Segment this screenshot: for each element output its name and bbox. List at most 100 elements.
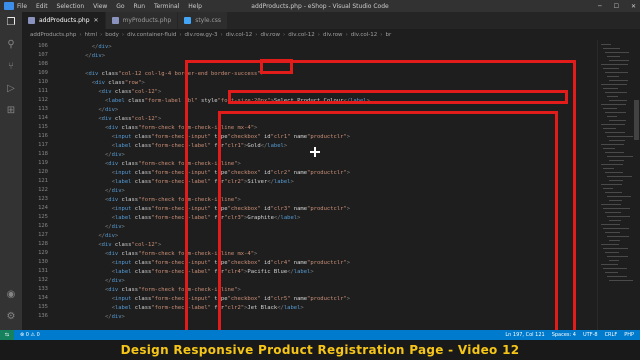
- minimap-line: [601, 104, 626, 105]
- menu-selection[interactable]: Selection: [57, 3, 85, 10]
- minimap-line: [605, 172, 623, 173]
- minimap-line: [609, 220, 621, 221]
- run-debug-icon[interactable]: ▷: [4, 82, 18, 96]
- tab-label: addProducts.php: [39, 17, 90, 24]
- code-line[interactable]: </div>: [52, 313, 125, 321]
- breadcrumb-item[interactable]: div.container-fluid: [127, 32, 176, 38]
- code-line[interactable]: <div class"col-12">: [52, 241, 161, 249]
- code-line[interactable]: </div>: [52, 187, 125, 195]
- settings-gear-icon[interactable]: ⚙: [4, 310, 18, 324]
- minimap-line: [603, 148, 615, 149]
- code-line[interactable]: </div>: [52, 151, 125, 159]
- mouse-cursor-icon: [310, 147, 320, 157]
- line-ending[interactable]: CRLF: [605, 332, 618, 338]
- minimize-icon[interactable]: ─: [598, 3, 602, 10]
- menu-edit[interactable]: Edit: [36, 3, 48, 10]
- code-line[interactable]: <label class"form-check-label" for"clr3"…: [52, 214, 301, 222]
- code-line[interactable]: </div>: [52, 43, 112, 51]
- search-icon[interactable]: ⚲: [4, 38, 18, 52]
- code-line[interactable]: <div class"form-check form-check-inline"…: [52, 160, 241, 168]
- code-line[interactable]: <input class"form-check-input" type"chec…: [52, 205, 350, 213]
- menu-run[interactable]: Run: [134, 3, 146, 10]
- breadcrumb-item[interactable]: br: [385, 32, 391, 38]
- breadcrumb-separator-icon: ›: [380, 31, 383, 38]
- minimap-line: [605, 272, 618, 273]
- tab-style[interactable]: style.css: [178, 12, 229, 29]
- close-tab-icon[interactable]: ✕: [94, 17, 99, 24]
- code-line[interactable]: <div class"col-12">: [52, 115, 161, 123]
- cursor-position[interactable]: Ln 197, Col 121: [505, 332, 544, 338]
- breadcrumb-item[interactable]: div.row: [323, 32, 343, 38]
- explorer-icon[interactable]: ❐: [4, 16, 18, 30]
- line-number: 112: [38, 97, 48, 103]
- breadcrumb-item[interactable]: div.col-12: [351, 32, 378, 38]
- code-line[interactable]: </div>: [52, 232, 118, 240]
- menu-view[interactable]: View: [93, 3, 107, 10]
- line-number: 115: [38, 124, 48, 130]
- maximize-icon[interactable]: ☐: [614, 3, 619, 10]
- menu-terminal[interactable]: Terminal: [154, 3, 179, 10]
- breadcrumb-item[interactable]: div.row: [260, 32, 280, 38]
- breadcrumb-separator-icon: ›: [255, 31, 258, 38]
- minimap-line: [605, 232, 620, 233]
- problems-status[interactable]: ⊗ 0 ⚠ 0: [20, 332, 40, 338]
- minimap-line: [607, 276, 627, 277]
- breadcrumb: addProducts.php › html › body › div.container-…: [22, 29, 640, 40]
- line-number: 135: [38, 304, 48, 310]
- code-line[interactable]: </div>: [52, 277, 125, 285]
- line-number: 126: [38, 223, 48, 229]
- minimap-line: [609, 140, 625, 141]
- code-line[interactable]: </div>: [52, 223, 125, 231]
- code-line[interactable]: <label class"form-label lbl" style"font-…: [52, 97, 370, 105]
- code-line[interactable]: <div class"form-check form-check-inline …: [52, 250, 257, 258]
- code-line[interactable]: <div class"form-check form-check-inline …: [52, 124, 257, 132]
- code-line[interactable]: <label class"form-check-label" for"clr2"…: [52, 304, 304, 312]
- code-line[interactable]: <input class"form-check-input" type"chec…: [52, 133, 350, 141]
- line-number: 106: [38, 43, 48, 49]
- close-icon[interactable]: ✕: [631, 3, 636, 10]
- account-icon[interactable]: ◉: [4, 288, 18, 302]
- menu-file[interactable]: File: [17, 3, 27, 10]
- code-line[interactable]: <div class"form-check form-check-inline"…: [52, 196, 241, 204]
- code-editor[interactable]: </div> </div> <div class"col-12 col-lg-4…: [52, 40, 597, 330]
- code-line[interactable]: <label class"form-check-label" for"clr1"…: [52, 142, 288, 150]
- language-mode[interactable]: PHP: [624, 332, 634, 338]
- remote-icon[interactable]: ⇆: [0, 330, 14, 340]
- line-number: 114: [38, 115, 48, 121]
- encoding[interactable]: UTF-8: [583, 332, 598, 338]
- breadcrumb-item[interactable]: div.row.gy-3: [185, 32, 218, 38]
- minimap-line: [609, 100, 627, 101]
- menu-help[interactable]: Help: [188, 3, 202, 10]
- code-line[interactable]: <label class"form-check-label" for"clr2"…: [52, 178, 294, 186]
- line-number: 122: [38, 187, 48, 193]
- code-line[interactable]: </div>: [52, 52, 105, 60]
- code-line[interactable]: <input class"form-check-input" type"chec…: [52, 259, 350, 267]
- code-line[interactable]: <div class"form-check form-check-inline"…: [52, 286, 241, 294]
- scrollbar-thumb[interactable]: [634, 100, 639, 140]
- code-line[interactable]: <div class"row">: [52, 79, 145, 87]
- code-line[interactable]: <div class"col-12">: [52, 88, 161, 96]
- code-line[interactable]: <input class"form-check-input" type"chec…: [52, 169, 350, 177]
- breadcrumb-item[interactable]: addProducts.php: [30, 32, 76, 38]
- tab-addproducts[interactable]: addProducts.php ✕: [22, 12, 106, 29]
- line-number-gutter: 106 107 108 109 110 111 112 113 114 115 116 117 118 1…: [22, 40, 52, 330]
- breadcrumb-item[interactable]: div.col-12: [226, 32, 253, 38]
- code-line[interactable]: <input class"form-check-input" type"chec…: [52, 295, 350, 303]
- minimap[interactable]: [597, 40, 636, 330]
- code-line[interactable]: </div>: [52, 106, 118, 114]
- indentation[interactable]: Spaces: 4: [552, 332, 576, 338]
- minimap-line: [607, 256, 628, 257]
- minimap-line: [605, 152, 624, 153]
- breadcrumb-item[interactable]: body: [105, 32, 119, 38]
- minimap-line: [609, 200, 622, 201]
- breadcrumb-item[interactable]: html: [85, 32, 98, 38]
- breadcrumb-item[interactable]: div.col-12: [288, 32, 315, 38]
- code-line[interactable]: <div class"col-12 col-lg-4 border-end bo…: [52, 70, 264, 78]
- code-line[interactable]: <label class"form-check-label" for"clr4"…: [52, 268, 314, 276]
- minimap-line: [603, 108, 617, 109]
- source-control-icon[interactable]: ⑂: [4, 60, 18, 74]
- extensions-icon[interactable]: ⊞: [4, 104, 18, 118]
- tab-myproducts[interactable]: myProducts.php: [105, 12, 179, 29]
- menu-go[interactable]: Go: [116, 3, 124, 10]
- editor-scrollbar[interactable]: [633, 40, 640, 330]
